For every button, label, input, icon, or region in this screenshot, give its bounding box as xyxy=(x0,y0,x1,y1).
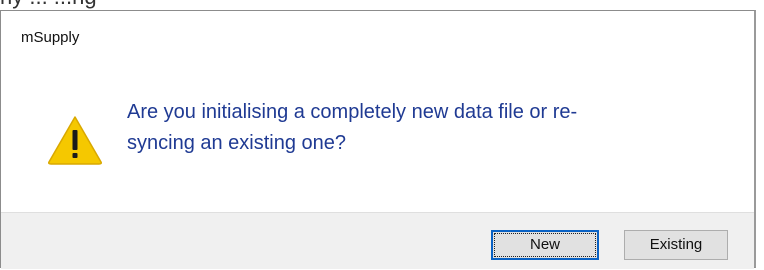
dialog-message: Are you initialising a completely new da… xyxy=(127,97,727,159)
dialog-titlebar[interactable]: mSupply xyxy=(1,11,754,59)
existing-button[interactable]: Existing xyxy=(624,230,728,260)
new-button-label: New xyxy=(529,236,560,253)
dialog-button-bar: New Existing xyxy=(1,212,754,269)
background-window-fragment: ny ... ...ng xyxy=(0,0,764,10)
new-button[interactable]: New xyxy=(491,230,599,260)
dialog-content: Are you initialising a completely new da… xyxy=(1,59,754,211)
message-dialog: mSupply Are you initialising a completel… xyxy=(0,10,756,269)
warning-icon xyxy=(48,116,102,165)
existing-button-label: Existing xyxy=(649,236,703,253)
dialog-message-line-2: syncing an existing one? xyxy=(127,132,347,154)
dialog-title: mSupply xyxy=(21,29,80,46)
background-text: ny ... ...ng xyxy=(0,0,97,10)
dialog-message-line-1: Are you initialising a completely new da… xyxy=(127,101,578,123)
